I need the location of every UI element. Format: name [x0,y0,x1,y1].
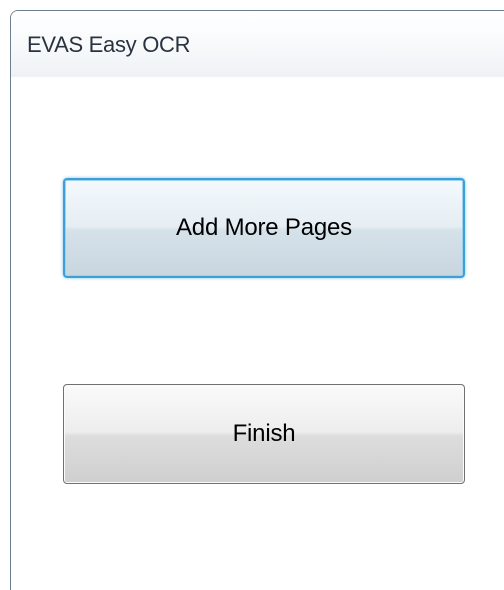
window-title: EVAS Easy OCR [27,32,191,57]
add-more-pages-button[interactable]: Add More Pages [63,178,465,278]
title-bar[interactable]: EVAS Easy OCR [11,11,504,77]
finish-button[interactable]: Finish [63,384,465,484]
dialog-window: EVAS Easy OCR Add More Pages Finish [10,10,504,590]
